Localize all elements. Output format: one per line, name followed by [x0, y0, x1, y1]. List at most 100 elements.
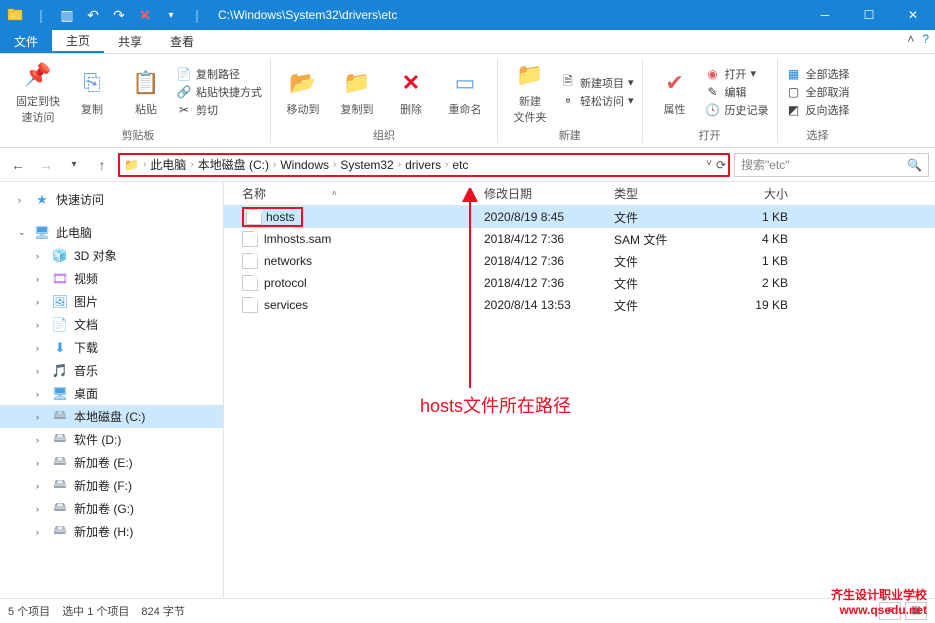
list-item[interactable]: protocol 2018/4/12 7:36 文件 2 KB	[224, 272, 935, 294]
file-tab[interactable]: 文件	[0, 29, 52, 53]
delete-button[interactable]: ✕ 删除	[387, 67, 435, 117]
quick-access-toolbar: | ▥ ↶ ↷ ✕ ▾ |	[0, 4, 212, 26]
nav-row: ← → ▾ ↑ 📁 › 此电脑 › 本地磁盘 (C:) › Windows › …	[0, 148, 935, 182]
window-buttons: ─ ☐ ✕	[803, 0, 935, 30]
address-dropdown-icon[interactable]: ˅	[706, 158, 712, 172]
open-icon: ◉	[705, 66, 721, 82]
recent-dropdown[interactable]: ▾	[62, 153, 86, 177]
drive-f-item[interactable]: ›🖴新加卷 (F:)	[0, 474, 223, 497]
titlebar: | ▥ ↶ ↷ ✕ ▾ | C:\Windows\System32\driver…	[0, 0, 935, 30]
properties-icon[interactable]: ▥	[56, 4, 78, 26]
desktop-item[interactable]: ›🖥桌面	[0, 382, 223, 405]
downloads-item[interactable]: ›⬇下载	[0, 336, 223, 359]
quick-access-item[interactable]: ›★快速访问	[0, 188, 223, 211]
this-pc-item[interactable]: ⌄🖥此电脑	[0, 221, 223, 244]
copy-path-icon: 📄	[176, 66, 192, 82]
rename-button[interactable]: ▭ 重命名	[441, 67, 489, 117]
up-button[interactable]: ↑	[90, 153, 114, 177]
breadcrumb-item[interactable]: etc	[448, 158, 472, 172]
drive-icon: 🖴	[52, 524, 68, 540]
drive-g-item[interactable]: ›🖴新加卷 (G:)	[0, 497, 223, 520]
column-date[interactable]: 修改日期	[484, 185, 614, 202]
history-icon: 🕓	[705, 102, 721, 118]
new-item-button[interactable]: 🗎新建项目 ▾	[560, 75, 634, 91]
paste-button[interactable]: 📋 粘贴	[122, 67, 170, 117]
drive-e-item[interactable]: ›🖴新加卷 (E:)	[0, 451, 223, 474]
undo-icon[interactable]: ↶	[82, 4, 104, 26]
select-none-button[interactable]: ▢全部取消	[786, 84, 850, 100]
drive-icon: 🖴	[52, 409, 68, 425]
body-area: ›★快速访问 ⌄🖥此电脑 ›🧊3D 对象 ›🎞视频 ›🖼图片 ›📄文档 ›⬇下载…	[0, 182, 935, 598]
column-name[interactable]: 名称˄	[224, 185, 484, 202]
easy-access-button[interactable]: ⚬轻松访问 ▾	[560, 93, 634, 109]
maximize-button[interactable]: ☐	[847, 0, 891, 30]
edit-button[interactable]: ✎编辑	[705, 84, 769, 100]
select-all-button[interactable]: ▦全部选择	[786, 66, 850, 82]
back-button[interactable]: ←	[6, 153, 30, 177]
ribbon-collapse-icon[interactable]: ˄	[907, 32, 914, 46]
music-item[interactable]: ›🎵音乐	[0, 359, 223, 382]
navigation-pane[interactable]: ›★快速访问 ⌄🖥此电脑 ›🧊3D 对象 ›🎞视频 ›🖼图片 ›📄文档 ›⬇下载…	[0, 182, 224, 598]
file-icon	[242, 231, 258, 247]
breadcrumb-item[interactable]: System32	[336, 158, 397, 172]
pin-to-quick-access-button[interactable]: 📌 固定到快 速访问	[14, 59, 62, 125]
drive-icon: 🖴	[52, 501, 68, 517]
new-folder-button[interactable]: 📁 新建 文件夹	[506, 59, 554, 125]
minimize-button[interactable]: ─	[803, 0, 847, 30]
redo-icon[interactable]: ↷	[108, 4, 130, 26]
properties-button[interactable]: ✔ 属性	[651, 67, 699, 117]
copy-path-button[interactable]: 📄复制路径	[176, 66, 262, 82]
pictures-item[interactable]: ›🖼图片	[0, 290, 223, 313]
breadcrumb-item[interactable]: 此电脑	[146, 156, 190, 173]
address-bar[interactable]: 📁 › 此电脑 › 本地磁盘 (C:) › Windows › System32…	[118, 153, 730, 177]
qat-dropdown-icon[interactable]: ▾	[160, 4, 182, 26]
share-tab[interactable]: 共享	[104, 29, 156, 53]
file-icon	[242, 275, 258, 291]
organize-group-label: 组织	[373, 125, 395, 143]
desktop-icon: 🖥	[52, 386, 68, 402]
delete-icon[interactable]: ✕	[134, 4, 156, 26]
drive-h-item[interactable]: ›🖴新加卷 (H:)	[0, 520, 223, 543]
list-item[interactable]: services 2020/8/14 13:53 文件 19 KB	[224, 294, 935, 316]
list-item[interactable]: lmhosts.sam 2018/4/12 7:36 SAM 文件 4 KB	[224, 228, 935, 250]
refresh-icon[interactable]: ⟳	[716, 158, 726, 172]
move-to-button[interactable]: 📂 移动到	[279, 67, 327, 117]
paste-shortcut-button[interactable]: 🔗粘贴快捷方式	[176, 84, 262, 100]
breadcrumb-item[interactable]: Windows	[276, 158, 333, 172]
home-tab[interactable]: 主页	[52, 29, 104, 53]
documents-icon: 📄	[52, 317, 68, 333]
list-item[interactable]: networks 2018/4/12 7:36 文件 1 KB	[224, 250, 935, 272]
view-tab[interactable]: 查看	[156, 29, 208, 53]
list-item[interactable]: hosts 2020/8/19 8:45 文件 1 KB	[224, 206, 935, 228]
help-icon[interactable]: ?	[922, 32, 929, 46]
move-to-icon: 📂	[287, 67, 319, 99]
pictures-icon: 🖼	[52, 294, 68, 310]
column-size[interactable]: 大小	[724, 185, 804, 202]
close-button[interactable]: ✕	[891, 0, 935, 30]
file-list-pane[interactable]: 名称˄ 修改日期 类型 大小 hosts 2020/8/19 8:45 文件 1…	[224, 182, 935, 598]
videos-item[interactable]: ›🎞视频	[0, 267, 223, 290]
easy-access-icon: ⚬	[560, 93, 576, 109]
explorer-icon	[4, 4, 26, 26]
drive-d-item[interactable]: ›🖴软件 (D:)	[0, 428, 223, 451]
open-button[interactable]: ◉打开 ▾	[705, 66, 769, 82]
ribbon: 📌 固定到快 速访问 ⎘ 复制 📋 粘贴 📄复制路径 🔗粘贴快捷方式 ✂剪切 剪…	[0, 54, 935, 148]
edit-icon: ✎	[705, 84, 721, 100]
copy-button[interactable]: ⎘ 复制	[68, 67, 116, 117]
search-icon[interactable]: 🔍	[907, 158, 922, 172]
search-input[interactable]: 搜索"etc" 🔍	[734, 153, 929, 177]
history-button[interactable]: 🕓历史记录	[705, 102, 769, 118]
invert-selection-button[interactable]: ◩反向选择	[786, 102, 850, 118]
cut-button[interactable]: ✂剪切	[176, 102, 262, 118]
hosts-highlight-box: hosts	[242, 207, 303, 227]
local-disk-c-item[interactable]: ›🖴本地磁盘 (C:)	[0, 405, 223, 428]
column-type[interactable]: 类型	[614, 185, 724, 202]
documents-item[interactable]: ›📄文档	[0, 313, 223, 336]
breadcrumb-item[interactable]: drivers	[401, 158, 445, 172]
3d-objects-item[interactable]: ›🧊3D 对象	[0, 244, 223, 267]
status-bytes: 824 字节	[141, 603, 184, 619]
breadcrumb-item[interactable]: 本地磁盘 (C:)	[194, 156, 273, 173]
copy-to-button[interactable]: 📁 复制到	[333, 67, 381, 117]
forward-button[interactable]: →	[34, 153, 58, 177]
new-item-icon: 🗎	[560, 75, 576, 91]
